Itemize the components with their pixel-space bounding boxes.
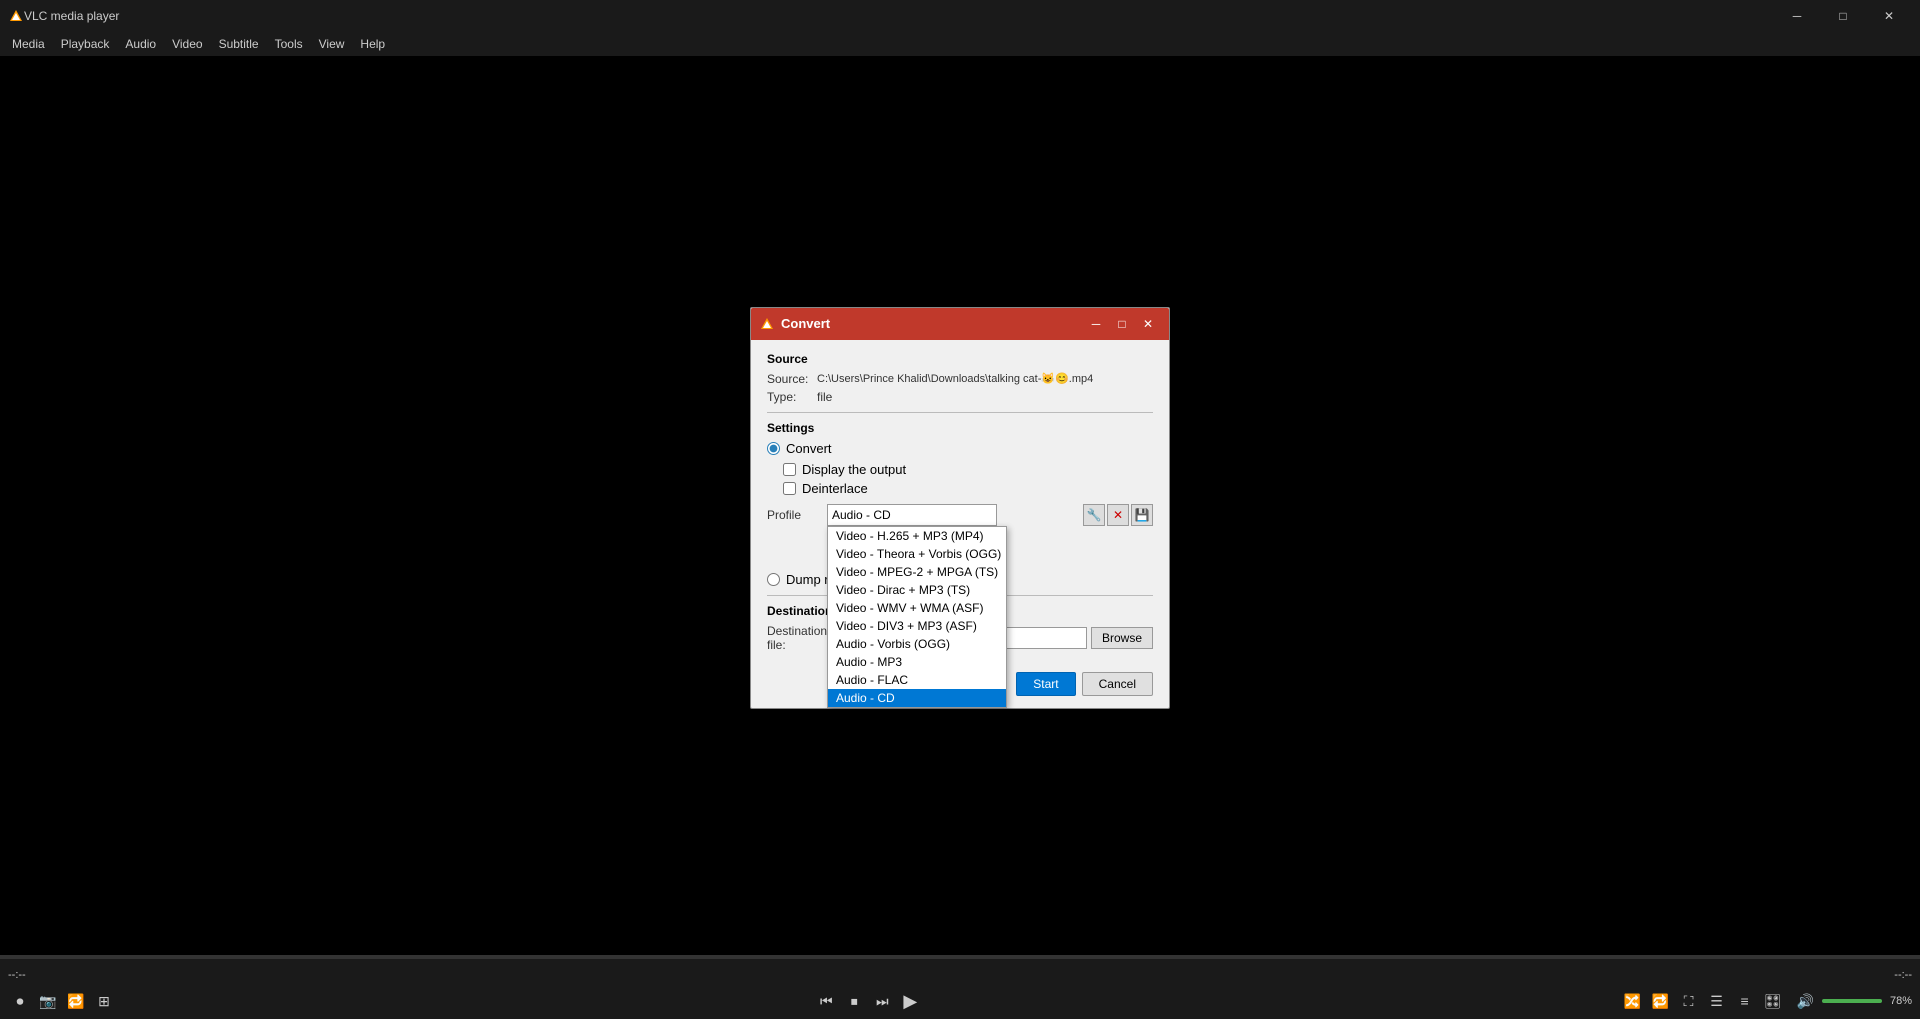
effects-button[interactable]: 🎛 [1761, 989, 1785, 1013]
time-remaining: --:-- [1894, 969, 1912, 981]
volume-percent: 78% [1890, 995, 1912, 1007]
dropdown-item-wmv[interactable]: Video - WMV + WMA (ASF) [828, 599, 1006, 617]
prev-button[interactable]: ⏮ [814, 989, 838, 1013]
dump-raw-radio[interactable] [767, 573, 780, 586]
deinterlace-row: Deinterlace [783, 481, 1153, 496]
convert-radio[interactable] [767, 442, 780, 455]
source-field-label: Source: [767, 372, 817, 386]
deinterlace-checkbox[interactable] [783, 482, 796, 495]
profile-label: Profile [767, 508, 827, 522]
convert-radio-row: Convert [767, 441, 1153, 456]
display-output-checkbox[interactable] [783, 463, 796, 476]
source-section-label: Source [767, 352, 1153, 366]
convert-radio-label: Convert [786, 441, 832, 456]
volume-slider[interactable] [1822, 999, 1882, 1003]
bottom-bar: --:-- --:-- ⏺ 📷 🔁 ⊞ ⏮ ⏹ ⏭ ▶ 🔀 🔁 ⛶ ☰ ≡ 🎛 … [0, 959, 1920, 1019]
cancel-button[interactable]: Cancel [1082, 672, 1153, 696]
menu-tools[interactable]: Tools [267, 35, 311, 53]
dialog-titlebar: Convert ─ □ ✕ [751, 308, 1169, 340]
display-output-row: Display the output [783, 462, 1153, 477]
menu-playback[interactable]: Playback [53, 35, 118, 53]
menu-bar: Media Playback Audio Video Subtitle Tool… [0, 32, 1920, 56]
close-button[interactable]: ✕ [1866, 0, 1912, 32]
window-controls: ─ □ ✕ [1774, 0, 1912, 32]
edit-profile-button[interactable]: 🔧 [1083, 504, 1105, 526]
profile-dropdown[interactable]: Video - H.265 + MP3 (MP4) Video - Theora… [827, 526, 1007, 708]
type-field-row: Type: file [767, 390, 1153, 404]
menu-media[interactable]: Media [4, 35, 53, 53]
convert-dialog: Convert ─ □ ✕ Source Source: C:\Users\Pr… [750, 307, 1170, 709]
dialog-title: Convert [781, 316, 1083, 331]
browse-button[interactable]: Browse [1091, 627, 1153, 649]
dialog-body: Source Source: C:\Users\Prince Khalid\Do… [751, 340, 1169, 664]
dropdown-item-theora[interactable]: Video - Theora + Vorbis (OGG) [828, 545, 1006, 563]
dropdown-item-dirac[interactable]: Video - Dirac + MP3 (TS) [828, 581, 1006, 599]
snapshot-button[interactable]: 📷 [36, 989, 60, 1013]
dropdown-item-cd[interactable]: Audio - CD [828, 689, 1006, 707]
playlist-button[interactable]: ≡ [1733, 989, 1757, 1013]
dialog-minimize-button[interactable]: ─ [1083, 313, 1109, 335]
separator-1 [767, 412, 1153, 413]
dropdown-item-mp3[interactable]: Audio - MP3 [828, 653, 1006, 671]
modal-overlay: Convert ─ □ ✕ Source Source: C:\Users\Pr… [0, 56, 1920, 959]
maximize-button[interactable]: □ [1820, 0, 1866, 32]
volume-icon: 🔊 [1797, 993, 1814, 1010]
extended-button[interactable]: ☰ [1705, 989, 1729, 1013]
title-bar: VLC media player ─ □ ✕ [0, 0, 1920, 32]
dropdown-item-mpeg2[interactable]: Video - MPEG-2 + MPGA (TS) [828, 563, 1006, 581]
dialog-close-button[interactable]: ✕ [1135, 313, 1161, 335]
loop-button[interactable]: 🔁 [64, 989, 88, 1013]
save-profile-button[interactable]: 💾 [1131, 504, 1153, 526]
menu-help[interactable]: Help [352, 35, 393, 53]
settings-section-label: Settings [767, 421, 1153, 435]
deinterlace-label: Deinterlace [802, 481, 868, 496]
delete-profile-button[interactable]: ✕ [1107, 504, 1129, 526]
menu-video[interactable]: Video [164, 35, 210, 53]
profile-tools: 🔧 ✕ 💾 [1083, 504, 1153, 526]
dialog-maximize-button[interactable]: □ [1109, 313, 1135, 335]
controls-row: ⏺ 📷 🔁 ⊞ ⏮ ⏹ ⏭ ▶ 🔀 🔁 ⛶ ☰ ≡ 🎛 🔊 78% [0, 989, 1920, 1013]
app-icon [8, 8, 24, 24]
profile-select-wrapper: Video - H.265 + MP3 (MP4) Video - Theora… [827, 504, 1079, 526]
dropdown-item-flac[interactable]: Audio - FLAC [828, 671, 1006, 689]
menu-audio[interactable]: Audio [117, 35, 164, 53]
app-title: VLC media player [24, 9, 1774, 23]
dropdown-item-div3[interactable]: Video - DIV3 + MP3 (ASF) [828, 617, 1006, 635]
minimize-button[interactable]: ─ [1774, 0, 1820, 32]
random-button[interactable]: 🔀 [1621, 989, 1645, 1013]
type-field-value: file [817, 390, 832, 404]
dropdown-item-h265[interactable]: Video - H.265 + MP3 (MP4) [828, 527, 1006, 545]
play-button[interactable]: ▶ [898, 989, 922, 1013]
dropdown-item-vorbis[interactable]: Audio - Vorbis (OGG) [828, 635, 1006, 653]
repeat-button[interactable]: 🔁 [1649, 989, 1673, 1013]
menu-subtitle[interactable]: Subtitle [211, 35, 267, 53]
next-button[interactable]: ⏭ [870, 989, 894, 1013]
display-output-label: Display the output [802, 462, 906, 477]
menu-view[interactable]: View [311, 35, 353, 53]
record-button[interactable]: ⏺ [8, 989, 32, 1013]
stop-button[interactable]: ⏹ [842, 989, 866, 1013]
fullscreen-button[interactable]: ⛶ [1677, 989, 1701, 1013]
source-field-row: Source: C:\Users\Prince Khalid\Downloads… [767, 372, 1153, 386]
time-elapsed: --:-- [8, 969, 26, 981]
dialog-icon [759, 316, 775, 332]
source-field-value: C:\Users\Prince Khalid\Downloads\talking… [817, 372, 1093, 385]
type-field-label: Type: [767, 390, 817, 404]
start-button[interactable]: Start [1016, 672, 1075, 696]
profile-select[interactable]: Video - H.265 + MP3 (MP4) Video - Theora… [827, 504, 997, 526]
frame-by-frame-button[interactable]: ⊞ [92, 989, 116, 1013]
profile-row: Profile Video - H.265 + MP3 (MP4) Video … [767, 504, 1153, 526]
